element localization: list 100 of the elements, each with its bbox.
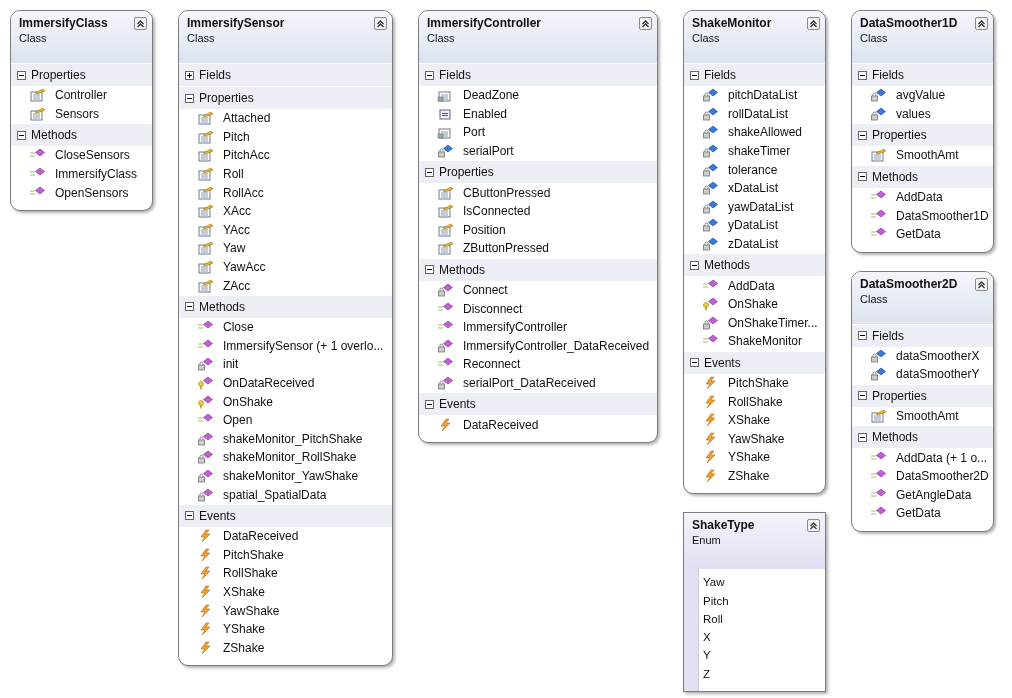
private-field-icon <box>702 106 720 121</box>
collapse-button[interactable] <box>374 17 387 30</box>
property-icon <box>197 129 215 144</box>
toggle-icon[interactable] <box>185 70 194 80</box>
member-name: OpenSensors <box>55 185 129 200</box>
toggle-icon[interactable] <box>858 391 867 401</box>
toggle-icon[interactable] <box>425 265 434 275</box>
toggle-icon[interactable] <box>17 70 26 80</box>
member-name: Disconnect <box>463 301 523 316</box>
enum-value: Yaw <box>703 575 726 591</box>
property-icon <box>197 204 215 219</box>
member-name: Close <box>223 320 254 335</box>
property-icon <box>29 88 47 103</box>
private-field-icon <box>437 144 455 159</box>
member-name: RollShake <box>728 394 783 409</box>
toggle-icon[interactable] <box>858 70 867 80</box>
member-name: CButtonPressed <box>463 185 551 200</box>
member-name: IsConnected <box>463 204 531 219</box>
section-header[interactable]: Methods <box>419 257 657 281</box>
section-header[interactable]: Events <box>684 350 825 374</box>
member-name: PitchShake <box>728 376 789 390</box>
member-name: avgValue <box>896 88 946 103</box>
section-header[interactable]: Methods <box>852 425 993 449</box>
member-name: Pitch <box>223 129 250 144</box>
section-header[interactable]: Events <box>179 503 392 527</box>
member-name: RollAcc <box>223 185 264 200</box>
collapse-button[interactable] <box>807 519 820 533</box>
property-icon <box>197 111 215 126</box>
toggle-icon[interactable] <box>858 130 867 140</box>
toggle-icon[interactable] <box>425 167 434 177</box>
toggle-icon[interactable] <box>858 331 867 341</box>
toggle-icon[interactable] <box>690 358 699 368</box>
member-name: YShake <box>728 450 771 465</box>
section-header[interactable]: Methods <box>684 253 825 277</box>
toggle-icon[interactable] <box>425 399 434 409</box>
member-name: RollShake <box>223 566 278 581</box>
member-name: YShake <box>223 622 266 637</box>
section-header[interactable]: Fields <box>852 63 993 86</box>
private-method-icon <box>197 469 215 483</box>
property-icon <box>437 185 455 200</box>
section-header[interactable]: Methods <box>852 164 993 188</box>
toggle-icon[interactable] <box>858 432 867 442</box>
member-name: YawShake <box>728 431 785 446</box>
type-name: ImmersifyController <box>427 15 542 31</box>
section-header[interactable]: Fields <box>852 323 993 347</box>
toggle-icon[interactable] <box>17 130 26 140</box>
member-name: shakeTimer <box>728 144 791 159</box>
member-name: shakeAllowed <box>728 125 803 140</box>
member-name: OnShake <box>728 297 779 312</box>
section-header[interactable]: Events <box>419 392 657 416</box>
type-name: ShakeType <box>692 517 755 534</box>
member-name: AddData (+ 1 o... <box>896 450 988 465</box>
section-header[interactable]: Fields <box>684 63 825 86</box>
toggle-icon[interactable] <box>185 511 194 521</box>
member-name: Sensors <box>55 106 100 121</box>
member-name: PitchShake <box>223 547 284 562</box>
member-name: Open <box>223 413 253 428</box>
member-name: GetData <box>896 506 941 521</box>
toggle-icon[interactable] <box>690 70 699 80</box>
member-name: shakeMonitor_YawShake <box>223 469 359 483</box>
collapse-button[interactable] <box>975 17 988 30</box>
member-name: ImmersifyController <box>463 320 567 335</box>
member-name: init <box>223 357 239 372</box>
type-kind: Class <box>860 31 889 45</box>
private-field-icon <box>702 125 720 140</box>
section-header[interactable]: Properties <box>179 86 392 109</box>
toggle-icon[interactable] <box>185 93 194 103</box>
member-name: CloseSensors <box>55 148 130 163</box>
private-field-icon <box>870 348 888 363</box>
collapse-button[interactable] <box>639 17 652 30</box>
member-name: PitchAcc <box>223 148 270 163</box>
section-header[interactable]: Properties <box>419 160 657 184</box>
toggle-icon[interactable] <box>425 70 434 80</box>
member-name: Enabled <box>463 106 508 121</box>
private-field-icon <box>870 88 888 103</box>
section-header[interactable]: Methods <box>179 294 392 318</box>
toggle-icon[interactable] <box>858 172 867 182</box>
member-name: YawAcc <box>223 260 266 275</box>
section-header[interactable]: Properties <box>852 383 993 407</box>
collapse-button[interactable] <box>975 277 988 291</box>
type-name: ShakeMonitor <box>692 15 772 31</box>
section-header[interactable]: Methods <box>11 123 152 147</box>
collapse-button[interactable] <box>807 17 820 30</box>
member-name: yDataList <box>728 218 779 233</box>
member-name: AddData <box>896 190 943 205</box>
member-name: tolerance <box>728 162 778 177</box>
collapse-button[interactable] <box>134 17 147 30</box>
member-name: xDataList <box>728 181 779 196</box>
member-name: OnShake <box>223 394 274 409</box>
section-header[interactable]: Fields <box>419 63 657 86</box>
member-name: Controller <box>55 88 108 103</box>
enum-value: Roll <box>703 611 724 627</box>
section-header[interactable]: Properties <box>11 63 152 86</box>
section-header[interactable]: Fields <box>179 63 392 86</box>
toggle-icon[interactable] <box>185 302 194 312</box>
member-name: Yaw <box>223 241 246 256</box>
toggle-icon[interactable] <box>690 260 699 270</box>
property-icon <box>437 241 455 256</box>
member-name: ZShake <box>223 640 265 655</box>
section-header[interactable]: Properties <box>852 123 993 147</box>
